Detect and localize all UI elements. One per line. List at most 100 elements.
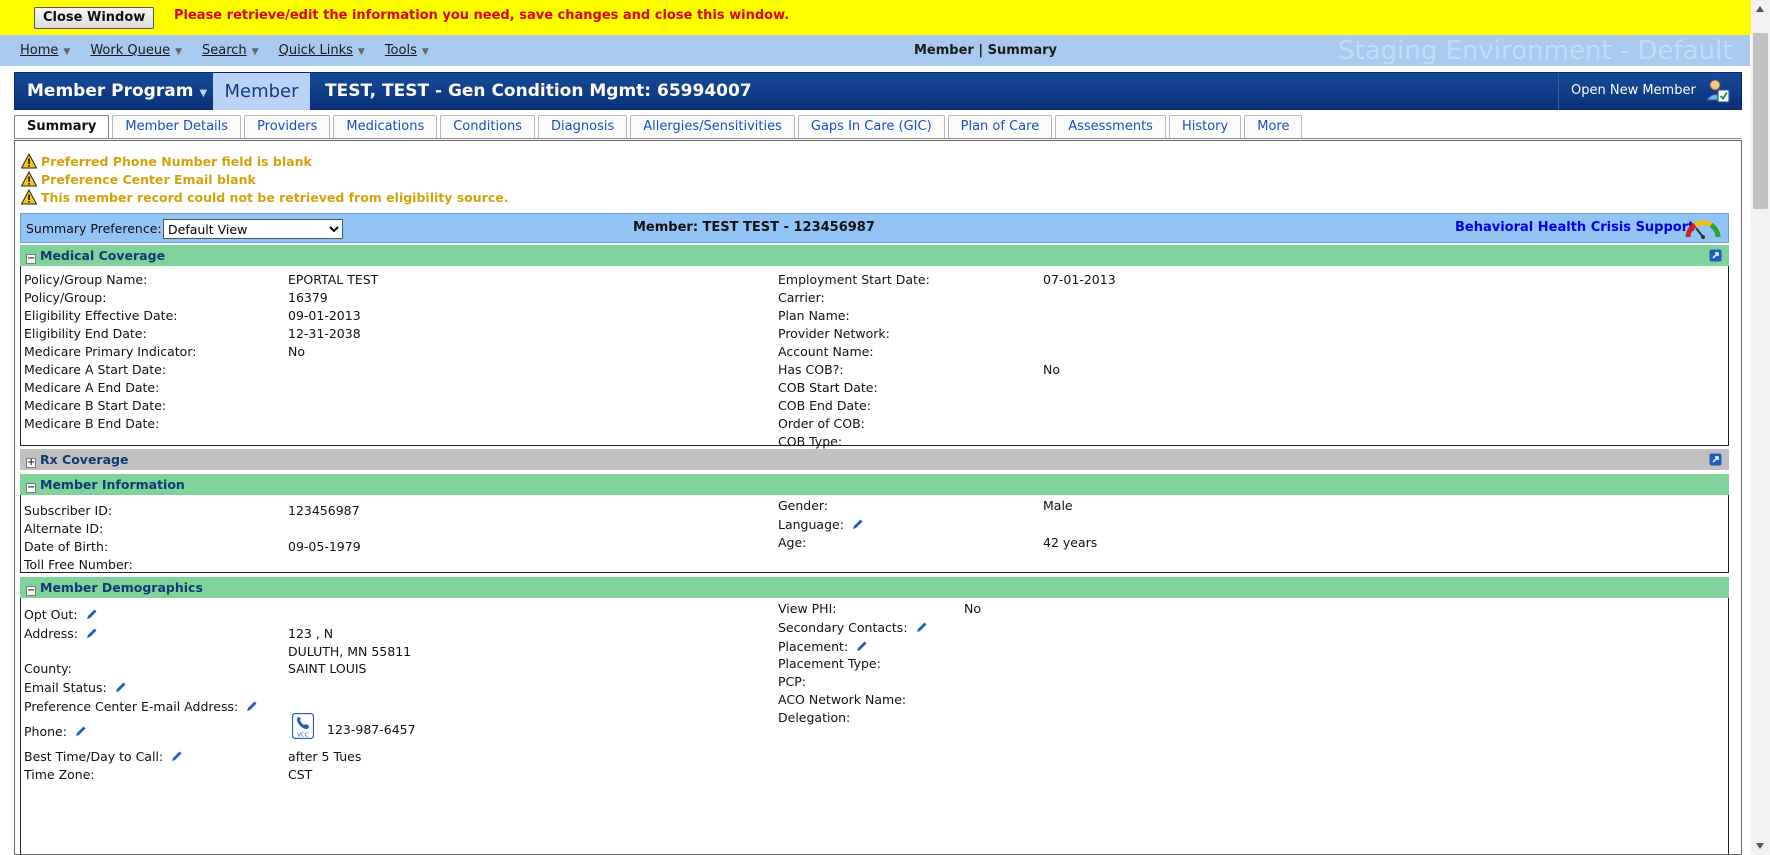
expand-icon[interactable]: + (26, 458, 36, 468)
collapse-icon[interactable]: − (26, 586, 36, 596)
menu-search-label: Search (202, 43, 247, 58)
pencil-icon[interactable] (171, 750, 183, 762)
close-window-button[interactable]: Close Window (34, 7, 155, 29)
field-label: COB Type: (778, 434, 843, 449)
pencil-icon[interactable] (115, 681, 127, 693)
field-label: Address: (24, 626, 78, 641)
field-value: 16379 (288, 290, 328, 305)
field-label: View PHI: (778, 601, 837, 616)
chevron-down-icon: ▼ (421, 47, 429, 57)
menu-home[interactable]: Home ▼ (20, 43, 70, 58)
scroll-down-icon[interactable] (1756, 843, 1764, 849)
alert-item: Preference Center Email blank (21, 170, 508, 188)
field-label: Placement: (778, 639, 849, 654)
summary-content: Preferred Phone Number field is blank Pr… (14, 140, 1742, 855)
tab-member-details[interactable]: Member Details (112, 115, 242, 138)
pencil-icon[interactable] (246, 700, 258, 712)
field-label: Alternate ID: (24, 521, 104, 536)
chevron-down-icon: ▼ (357, 47, 365, 57)
tab-conditions[interactable]: Conditions (440, 115, 536, 138)
field-label: Preference Center E-mail Address: (24, 699, 239, 714)
field-label: Delegation: (778, 710, 851, 725)
field-label: Eligibility Effective Date: (24, 308, 178, 323)
field-label: Subscriber ID: (24, 503, 113, 518)
pencil-icon[interactable] (852, 518, 864, 530)
field-label: Date of Birth: (24, 539, 109, 554)
medical-coverage-header[interactable]: − Medical Coverage (20, 245, 1729, 266)
field-label: COB End Date: (778, 398, 871, 413)
tab-gaps-in-care[interactable]: Gaps In Care (GIC) (797, 115, 945, 138)
collapse-icon[interactable]: − (26, 483, 36, 493)
tab-allergies[interactable]: Allergies/Sensitivities (630, 115, 795, 138)
menu-quick-links-label: Quick Links (278, 43, 353, 58)
open-new-member-button[interactable]: Open New Member (1558, 73, 1741, 110)
field-label: Medicare A Start Date: (24, 362, 167, 377)
member-demographics-header[interactable]: − Member Demographics (20, 577, 1729, 598)
section-title: Member Information (40, 477, 185, 492)
section-title: Rx Coverage (40, 452, 129, 467)
alert-item: Preferred Phone Number field is blank (21, 152, 508, 170)
menu-tools[interactable]: Tools ▼ (385, 43, 429, 58)
crisis-support-link[interactable]: Behavioral Health Crisis Support (1455, 220, 1694, 235)
tab-summary[interactable]: Summary (14, 115, 110, 139)
program-label: Member Program (27, 81, 194, 101)
field-value: No (964, 601, 981, 616)
field-label: Opt Out: (24, 607, 78, 622)
menu-tools-label: Tools (384, 43, 417, 58)
open-new-member-label: Open New Member (1571, 83, 1696, 98)
warning-triangle-icon (21, 171, 37, 187)
field-value: 09-05-1979 (288, 539, 361, 554)
scroll-up-icon[interactable] (1756, 6, 1764, 12)
menu-search[interactable]: Search ▼ (202, 43, 259, 58)
tab-assessments[interactable]: Assessments (1055, 115, 1166, 138)
summary-preference-row: Summary Preference: Default View Member:… (20, 213, 1729, 243)
vcc-phone-icon[interactable]: VCC (292, 713, 314, 739)
email-status-field: Email Status: (24, 680, 127, 695)
menu-quick-links[interactable]: Quick Links ▼ (279, 43, 365, 58)
tab-plan-of-care[interactable]: Plan of Care (947, 115, 1053, 138)
external-link-icon[interactable] (1709, 453, 1722, 466)
member-information-body: Subscriber ID: 123456987 Alternate ID: D… (20, 495, 1729, 573)
field-label: Medicare A End Date: (24, 380, 160, 395)
field-label: Best Time/Day to Call: (24, 749, 164, 764)
field-label: Age: (778, 535, 807, 550)
pencil-icon[interactable] (856, 640, 868, 652)
field-label: Toll Free Number: (24, 557, 133, 572)
environment-label: Staging Environment - Default (1338, 36, 1733, 66)
collapse-icon[interactable]: − (26, 254, 36, 264)
field-label: Time Zone: (24, 767, 95, 782)
chevron-down-icon: ▼ (251, 47, 259, 57)
vcc-label: VCC (297, 733, 309, 739)
page-breadcrumb: Member | Summary (914, 43, 1057, 58)
field-label: Phone: (24, 724, 67, 739)
pencil-icon[interactable] (916, 621, 928, 633)
tab-medications[interactable]: Medications (333, 115, 438, 138)
rx-coverage-header[interactable]: + Rx Coverage (20, 449, 1729, 470)
phone-field: Phone: (24, 724, 87, 739)
field-label: Account Name: (778, 344, 874, 359)
member-context-pill[interactable]: Member (213, 73, 310, 110)
field-label: County: (24, 661, 72, 676)
summary-preference-select[interactable]: Default View (163, 219, 343, 239)
field-label: Medicare Primary Indicator: (24, 344, 197, 359)
program-dropdown[interactable]: Member Program ▼ (27, 81, 207, 101)
pencil-icon[interactable] (86, 627, 98, 639)
field-label: Carrier: (778, 290, 825, 305)
field-label: ACO Network Name: (778, 692, 907, 707)
alert-text: Preferred Phone Number field is blank (41, 153, 312, 169)
scrollbar-thumb[interactable] (1753, 33, 1768, 209)
member-information-header[interactable]: − Member Information (20, 474, 1729, 495)
tab-providers[interactable]: Providers (244, 115, 331, 138)
menu-work-queue[interactable]: Work Queue ▼ (90, 43, 182, 58)
warning-triangle-icon (21, 153, 37, 169)
language-field: Language: (778, 517, 864, 532)
alert-list: Preferred Phone Number field is blank Pr… (21, 152, 508, 206)
pencil-icon[interactable] (86, 608, 98, 620)
external-link-icon[interactable] (1709, 249, 1722, 262)
top-notice-bar: Close Window Please retrieve/edit the in… (0, 0, 1770, 35)
tab-diagnosis[interactable]: Diagnosis (538, 115, 628, 138)
tab-history[interactable]: History (1168, 115, 1242, 138)
pencil-icon[interactable] (75, 725, 87, 737)
member-header: Member Program ▼ Member TEST, TEST - Gen … (14, 72, 1742, 110)
tab-more[interactable]: More (1244, 115, 1303, 138)
